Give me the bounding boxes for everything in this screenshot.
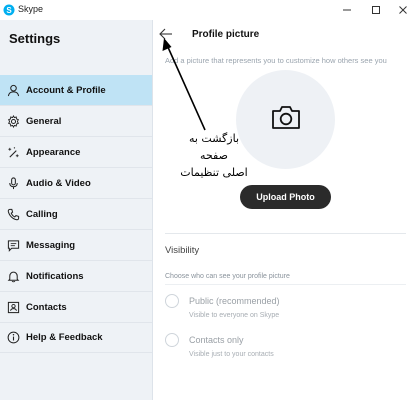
sidebar-item-label: Appearance xyxy=(26,146,81,158)
microphone-icon xyxy=(6,176,20,190)
sidebar-item-label: Help & Feedback xyxy=(26,331,103,343)
section-divider xyxy=(165,233,406,234)
sidebar-item-label: General xyxy=(26,115,62,127)
phone-icon xyxy=(6,207,20,221)
sidebar-item-label: Calling xyxy=(26,208,58,220)
info-icon xyxy=(6,330,20,344)
maximize-button[interactable] xyxy=(362,0,390,20)
sidebar-item-account-profile[interactable]: Account & Profile xyxy=(0,75,152,106)
person-icon xyxy=(6,83,20,97)
page-subtitle: Add a picture that represents you to cus… xyxy=(165,56,387,65)
close-button[interactable] xyxy=(389,0,415,20)
sidebar-item-contacts[interactable]: Contacts xyxy=(0,292,152,323)
radio-public-label: Public (recommended) xyxy=(189,296,280,306)
settings-title: Settings xyxy=(9,31,61,46)
sidebar-item-notifications[interactable]: Notifications xyxy=(0,261,152,292)
chat-icon xyxy=(6,238,20,252)
sidebar-item-audio-video[interactable]: Audio & Video xyxy=(0,168,152,199)
sidebar-item-help-feedback[interactable]: Help & Feedback xyxy=(0,322,152,353)
svg-text:S: S xyxy=(6,6,12,15)
bell-icon xyxy=(6,269,20,283)
minimize-button[interactable] xyxy=(333,0,361,20)
sidebar-item-label: Contacts xyxy=(26,301,67,313)
magic-wand-icon xyxy=(6,145,20,159)
section-divider xyxy=(165,284,406,285)
gear-icon xyxy=(6,114,20,128)
visibility-description: Choose who can see your profile picture xyxy=(165,273,290,280)
radio-contacts-only-desc: Visible just to your contacts xyxy=(189,351,274,358)
radio-public-desc: Visible to everyone on Skype xyxy=(189,312,280,319)
annotation-line-1: بازگشت به صفحه xyxy=(188,132,240,162)
title-bar: S Skype xyxy=(0,0,415,20)
sidebar-item-appearance[interactable]: Appearance xyxy=(0,137,152,168)
radio-contacts-only-label: Contacts only xyxy=(189,335,244,345)
app-title: Skype xyxy=(18,4,44,14)
camera-icon xyxy=(271,104,301,135)
radio-public[interactable] xyxy=(165,294,179,308)
page-title: Profile picture xyxy=(192,29,260,40)
skype-logo-icon: S xyxy=(3,3,15,16)
sidebar-item-label: Messaging xyxy=(26,239,76,251)
sidebar-item-label: Audio & Video xyxy=(26,177,91,189)
sidebar-item-label: Notifications xyxy=(26,270,84,282)
contact-card-icon xyxy=(6,300,20,314)
visibility-section-title: Visibility xyxy=(165,245,200,256)
annotation-caption: بازگشت به صفحه اصلی تنظیمات xyxy=(175,130,253,181)
annotation-line-2: اصلی تنظیمات xyxy=(180,166,248,179)
sidebar-item-general[interactable]: General xyxy=(0,106,152,137)
sidebar-item-label: Account & Profile xyxy=(26,84,106,96)
sidebar-item-calling[interactable]: Calling xyxy=(0,199,152,230)
radio-contacts-only[interactable] xyxy=(165,333,179,347)
sidebar-item-messaging[interactable]: Messaging xyxy=(0,230,152,261)
upload-photo-button[interactable]: Upload Photo xyxy=(240,185,331,209)
back-arrow-icon[interactable] xyxy=(158,27,174,41)
